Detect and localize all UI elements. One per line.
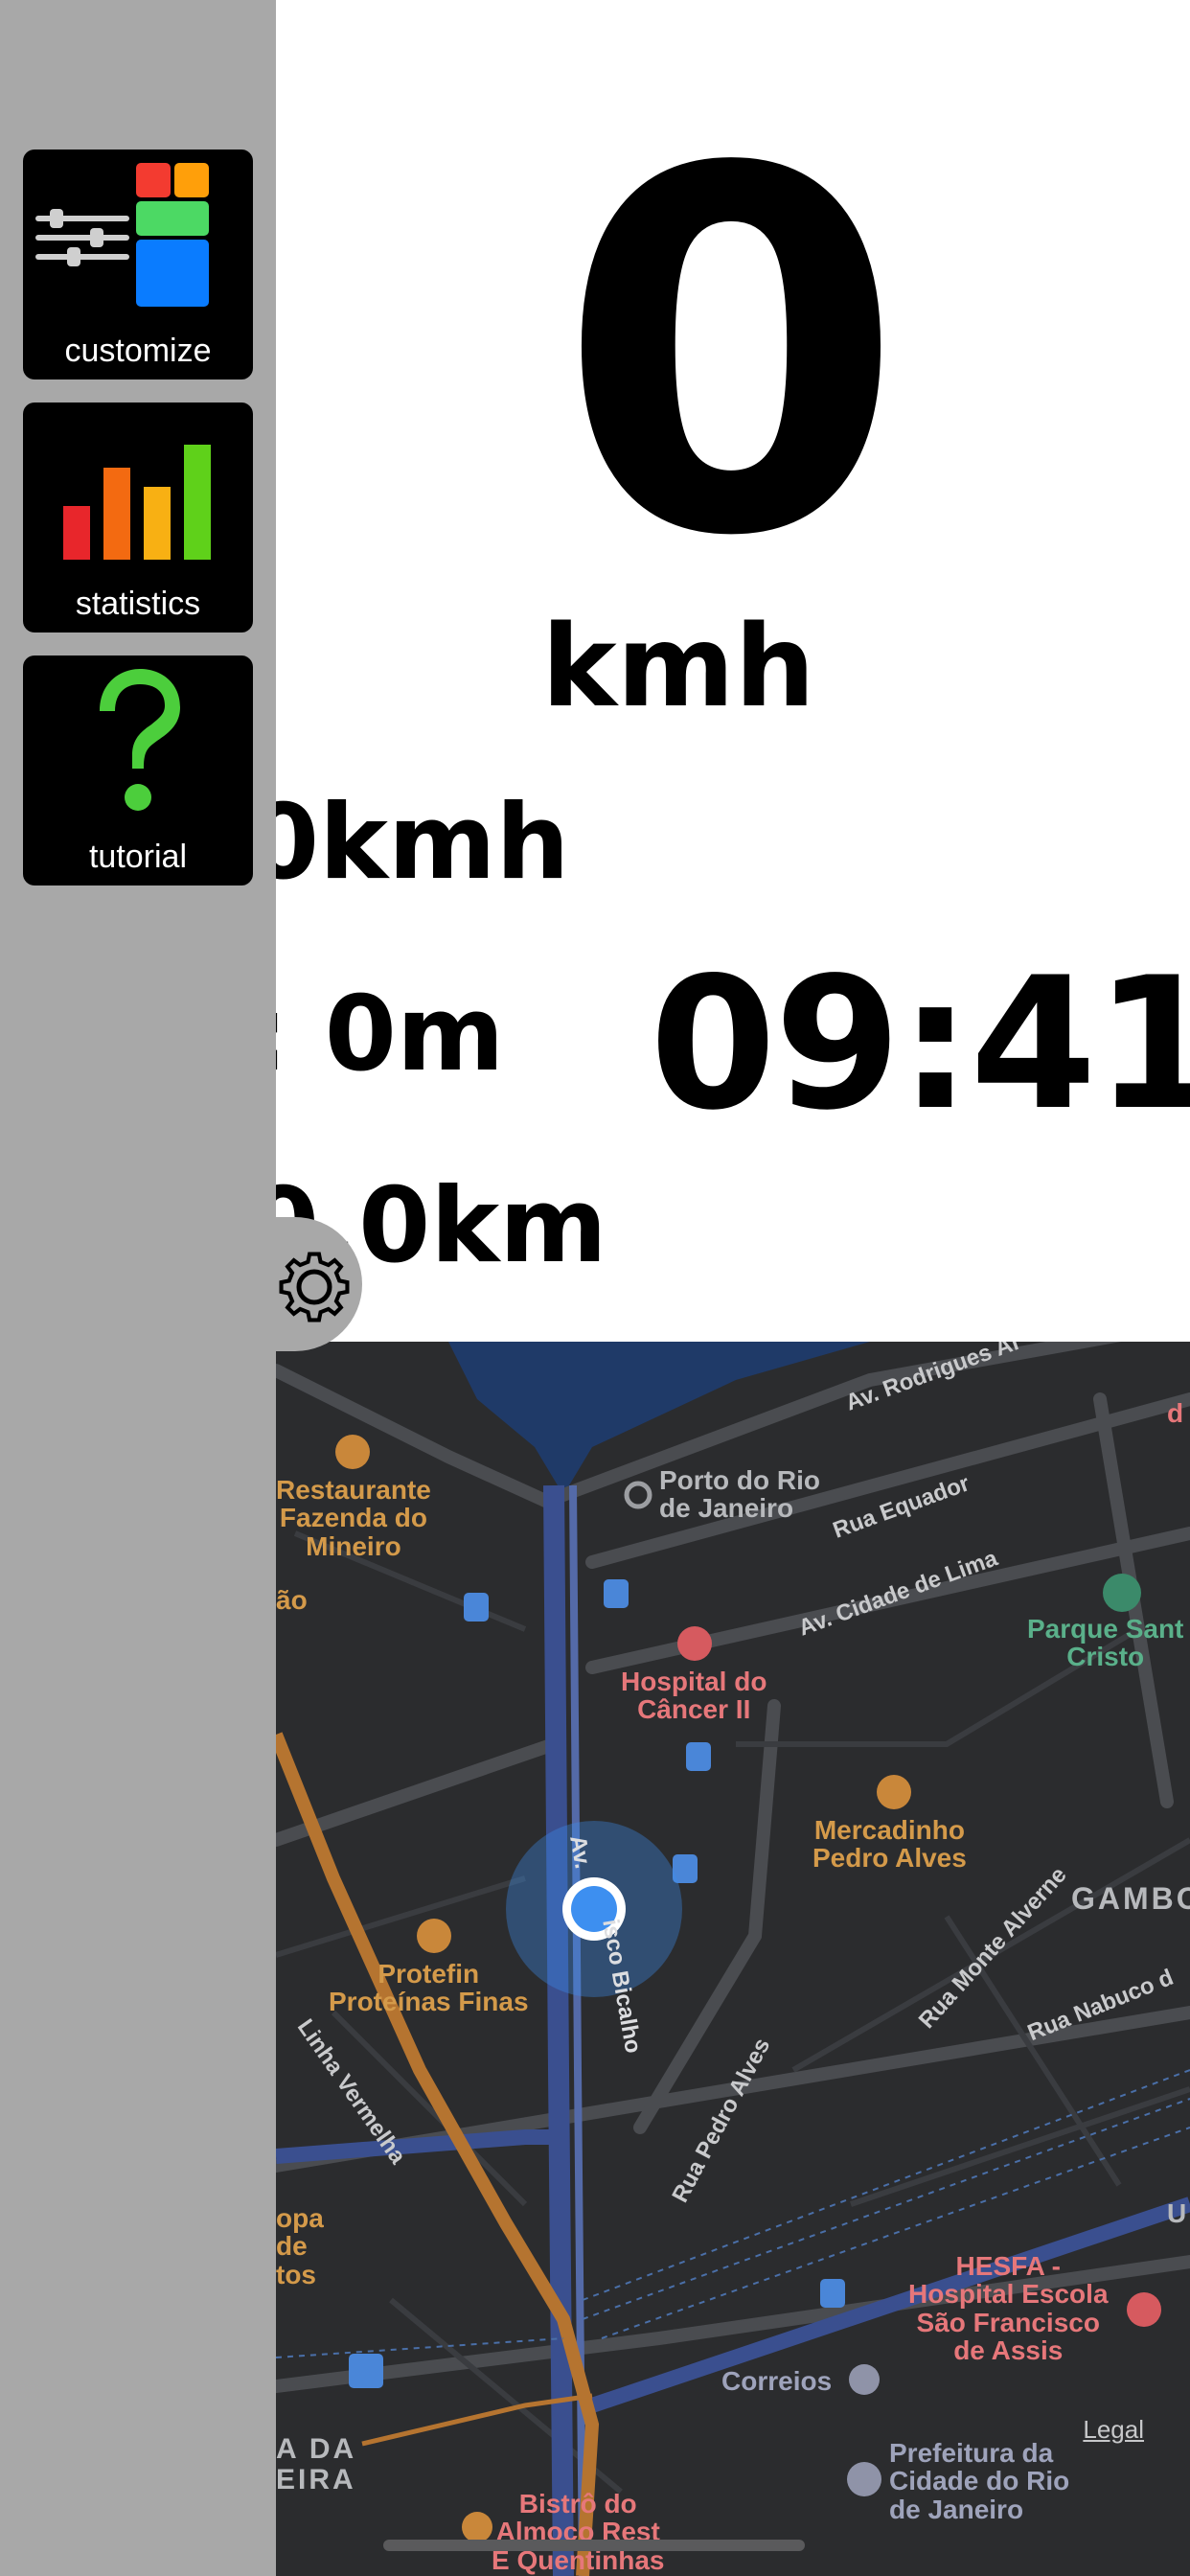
- label-av: Av.: [564, 1833, 596, 1872]
- statistics-button[interactable]: statistics: [23, 402, 253, 632]
- question-icon: [100, 669, 180, 811]
- port-icon: [624, 1481, 652, 1509]
- tutorial-button[interactable]: tutorial: [23, 656, 253, 886]
- label-da-eira: A DA EIRA: [276, 2433, 357, 2496]
- label-opa: opa de tos: [276, 2203, 324, 2289]
- train-icon-2: [349, 2354, 383, 2388]
- label-prefeitura: Prefeitura da Cidade do Rio de Janeiro: [889, 2438, 1070, 2524]
- clock-display: 09:41: [650, 938, 1190, 1150]
- label-d-right: d: [1167, 1398, 1184, 1428]
- customize-button[interactable]: customize: [23, 150, 253, 380]
- hospital-icon: [677, 1626, 712, 1661]
- mail-icon: [849, 2364, 880, 2395]
- government-icon: [847, 2462, 881, 2496]
- label-bistro: Bistrô do Almoço Rest E Quentinhas: [492, 2489, 665, 2575]
- statistics-label: statistics: [75, 586, 201, 622]
- map-view[interactable]: Av. Rodrigues Al Porto do Rio de Janeiro…: [276, 1342, 1190, 2576]
- speedometer-panel: 0 kmh 0kmh : 0m 0.0km 09:41: [276, 0, 1190, 1342]
- current-speed-value: 0: [558, 64, 904, 645]
- label-hospital-cancer: Hospital do Câncer II: [621, 1667, 767, 1725]
- shop-icon-2: [417, 1919, 451, 1953]
- label-protefin: Protefin Proteínas Finas: [329, 1959, 529, 2017]
- customize-label: customize: [64, 333, 212, 369]
- hospital-icon-2: [1127, 2292, 1161, 2327]
- bar-chart-icon: [63, 445, 211, 560]
- bus-stop-icon-4: [820, 2279, 845, 2308]
- restaurant-icon-2: [462, 2512, 492, 2542]
- bus-stop-icon: [604, 1579, 629, 1608]
- bus-stop-icon-2: [464, 1593, 489, 1622]
- label-porto: Porto do Rio de Janeiro: [659, 1465, 820, 1524]
- label-restaurante: Restaurante Fazenda do Mineiro: [276, 1475, 431, 1561]
- speed-unit-label: kmh: [541, 600, 815, 732]
- gear-icon: [279, 1252, 350, 1322]
- settings-button[interactable]: [276, 1217, 362, 1351]
- label-correios: Correios: [721, 2366, 833, 2396]
- label-ao: ão: [276, 1585, 308, 1615]
- shop-icon: [877, 1775, 911, 1809]
- home-indicator[interactable]: [383, 2540, 805, 2551]
- label-parque: Parque Sant Cristo: [1027, 1614, 1184, 1672]
- label-hesfa: HESFA - Hospital Escola São Francisco de…: [908, 2251, 1109, 2366]
- park-icon: [1103, 1574, 1141, 1612]
- legal-link[interactable]: Legal: [1083, 2415, 1144, 2445]
- app-root: 0 kmh 0kmh : 0m 0.0km 09:41: [0, 0, 1190, 2576]
- label-gamboa: GAMBO: [1071, 1881, 1190, 1916]
- restaurant-icon: [335, 1435, 370, 1469]
- side-menu: customize statistics tutorial: [0, 0, 276, 2576]
- tutorial-label: tutorial: [88, 839, 188, 875]
- sliders-icon: [35, 163, 209, 307]
- label-mercadinho: Mercadinho Pedro Alves: [812, 1815, 967, 1874]
- label-u-right: U: [1167, 2198, 1187, 2228]
- bus-stop-icon-3: [686, 1742, 711, 1771]
- altitude-value: : 0m: [276, 975, 505, 1094]
- max-speed-value: 0kmh: [276, 783, 570, 903]
